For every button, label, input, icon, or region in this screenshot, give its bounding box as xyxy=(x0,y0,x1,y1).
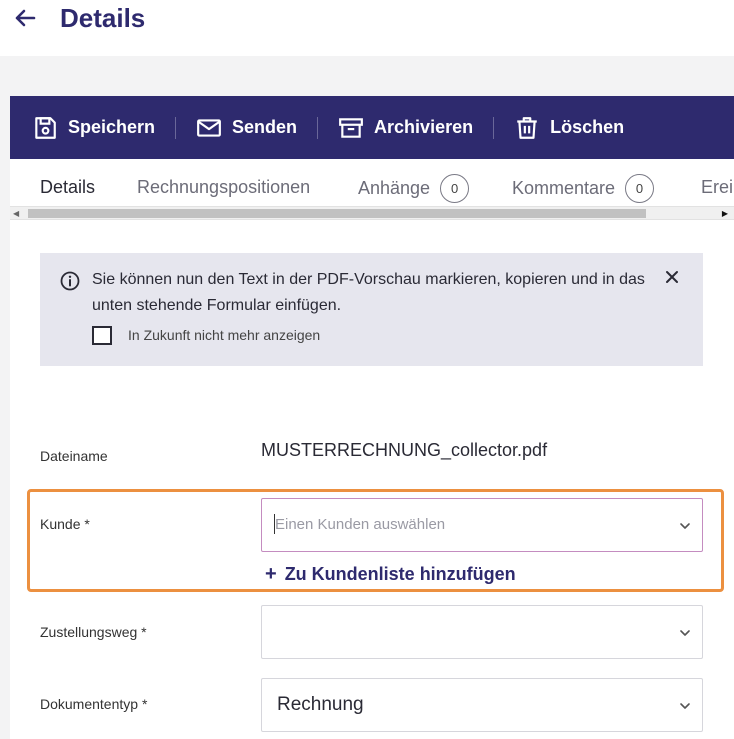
toolbar-divider xyxy=(175,116,177,139)
tab-label: Rechnungspositionen xyxy=(137,177,311,197)
tab-details[interactable]: Details xyxy=(40,177,95,198)
archive-button[interactable]: Archivieren xyxy=(338,115,473,141)
tab-ereignisse[interactable]: Erei xyxy=(701,177,733,198)
delivery-label: Zustellungsweg * xyxy=(40,624,147,640)
chevron-down-icon xyxy=(680,703,690,709)
chevron-down-icon xyxy=(680,630,690,636)
save-icon xyxy=(35,116,56,139)
close-icon[interactable] xyxy=(664,269,680,285)
tab-label: Anhänge xyxy=(358,178,431,198)
page-title: Details xyxy=(60,3,146,33)
scroll-left-icon[interactable]: ◀ xyxy=(13,209,19,218)
tab-kommentare[interactable]: Kommentare 0 xyxy=(512,174,655,203)
action-toolbar: Speichern Senden Archivieren Löschen xyxy=(10,96,734,159)
delivery-select[interactable] xyxy=(261,605,703,659)
trash-icon xyxy=(517,116,537,139)
customer-placeholder: Einen Kunden auswählen xyxy=(275,516,446,533)
page-header: Details xyxy=(0,0,734,56)
delete-button[interactable]: Löschen xyxy=(514,115,624,141)
tab-rechnungspositionen[interactable]: Rechnungspositionen xyxy=(137,177,310,198)
send-label: Senden xyxy=(232,117,298,137)
scrollbar-thumb[interactable] xyxy=(28,209,646,218)
send-button[interactable]: Senden xyxy=(196,115,297,141)
toolbar-divider xyxy=(317,116,319,139)
dont-show-again-checkbox[interactable] xyxy=(92,326,112,345)
archive-icon xyxy=(339,117,363,138)
add-to-customer-list-link[interactable]: + Zu Kundenliste hinzufügen xyxy=(265,563,516,586)
tab-label: Details xyxy=(40,177,96,197)
tabs-horizontal-scrollbar[interactable]: ◀ ▶ xyxy=(10,206,734,220)
toolbar-divider xyxy=(493,116,495,139)
tab-bar: Details Rechnungspositionen Anhänge 0 Ko… xyxy=(10,159,734,205)
tab-anhaenge[interactable]: Anhänge 0 xyxy=(358,174,470,203)
doctype-label: Dokumententyp * xyxy=(40,696,148,712)
dont-show-again-label: In Zukunft nicht mehr anzeigen xyxy=(128,327,321,343)
count-badge: 0 xyxy=(440,174,470,203)
doctype-value: Rechnung xyxy=(277,694,364,715)
filename-value: MUSTERRECHNUNG_collector.pdf xyxy=(261,440,548,460)
scroll-right-icon[interactable]: ▶ xyxy=(722,209,728,218)
filename-label: Dateiname xyxy=(40,448,108,464)
plus-icon: + xyxy=(265,563,277,585)
customer-label: Kunde * xyxy=(40,516,90,532)
tab-label: Erei xyxy=(701,177,734,197)
tab-label: Kommentare xyxy=(512,178,616,198)
save-button[interactable]: Speichern xyxy=(32,115,155,141)
chevron-down-icon xyxy=(680,523,690,529)
back-arrow-icon[interactable] xyxy=(12,5,38,31)
mail-icon xyxy=(197,118,221,137)
doctype-select[interactable]: Rechnung xyxy=(261,678,703,732)
info-message: Sie können nun den Text in der PDF-Vorsc… xyxy=(92,271,645,314)
info-icon xyxy=(60,271,80,291)
customer-select[interactable]: Einen Kunden auswählen xyxy=(261,498,703,552)
info-banner: Sie können nun den Text in der PDF-Vorsc… xyxy=(40,253,703,366)
archive-label: Archivieren xyxy=(374,117,474,137)
delete-label: Löschen xyxy=(550,117,625,137)
add-customer-label: Zu Kundenliste hinzufügen xyxy=(284,564,516,584)
count-badge: 0 xyxy=(625,174,655,203)
save-label: Speichern xyxy=(68,117,156,137)
details-card: Details Rechnungspositionen Anhänge 0 Ko… xyxy=(10,159,734,739)
